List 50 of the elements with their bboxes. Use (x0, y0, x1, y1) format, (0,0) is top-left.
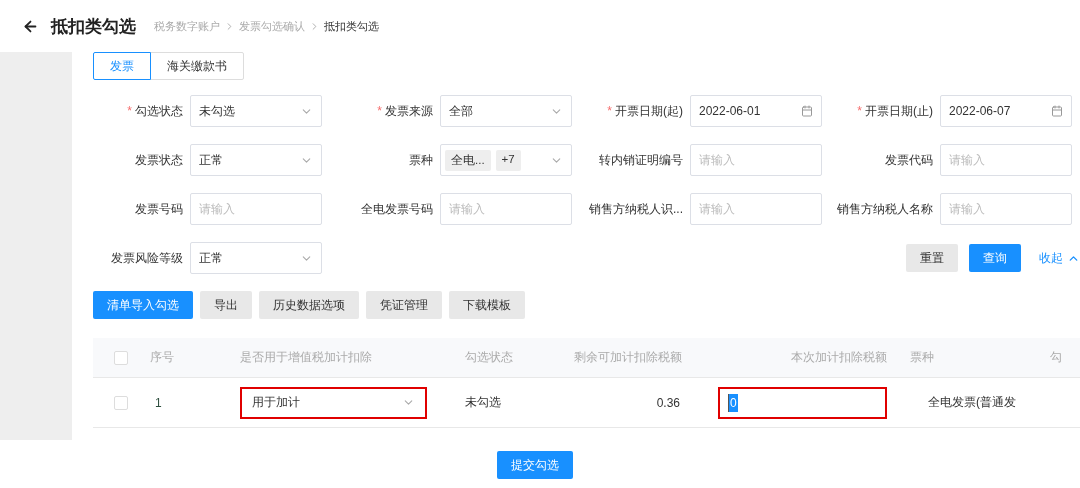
toolbar-button[interactable]: 历史数据选项 (259, 291, 359, 319)
required-mark: * (127, 103, 132, 118)
table-cell-text: 全电发票(普通发 (927, 394, 1017, 411)
calendar-icon (801, 105, 813, 117)
toolbar-button[interactable]: 下载模板 (449, 291, 525, 319)
tag: 全电... (445, 149, 491, 171)
field-label: 勾选状态 (135, 103, 183, 118)
tag: +7 (495, 149, 521, 171)
required-mark: * (857, 103, 862, 118)
field-label: 票种 (409, 152, 433, 167)
column-header: 勾 (1049, 350, 1063, 365)
column-header: 是否用于增值税加计扣除 (239, 350, 373, 365)
toolbar-button[interactable]: 导出 (200, 291, 252, 319)
field-label: 发票风险等级 (111, 250, 183, 265)
page-title: 抵扣类勾选 (51, 15, 136, 38)
field-label: 发票代码 (885, 152, 933, 167)
deduction-select[interactable]: 用于加计 (240, 386, 427, 419)
select-all-checkbox[interactable] (114, 350, 128, 365)
required-mark: * (607, 103, 612, 118)
select-field[interactable]: 未勾选 (190, 95, 322, 127)
field-label: 发票号码 (135, 201, 183, 216)
select-field[interactable]: 正常 (190, 144, 322, 176)
table-cell-text: 0.36 (655, 395, 681, 410)
field-label: 转内销证明编号 (599, 152, 683, 167)
select-field[interactable]: 全部 (440, 95, 572, 127)
date-field[interactable]: 2022-06-01 (690, 95, 822, 127)
field-label: 发票来源 (385, 103, 433, 118)
field-label: 销售方纳税人名称 (837, 201, 933, 216)
field-label: 发票状态 (135, 152, 183, 167)
field-label: 开票日期(止) (865, 103, 933, 118)
toolbar-button[interactable]: 凭证管理 (366, 291, 442, 319)
column-header: 剩余可加计扣除税额 (573, 350, 683, 365)
column-header: 勾选状态 (464, 350, 514, 365)
required-mark: * (377, 103, 382, 118)
date-field[interactable]: 2022-06-07 (940, 95, 1072, 127)
table-cell-text: 未勾选 (464, 394, 502, 411)
select-field[interactable]: 全电... +7 (440, 144, 572, 176)
breadcrumb-item: 抵扣类勾选 (324, 18, 379, 34)
field-label: 全电发票号码 (361, 201, 433, 216)
field-label: 开票日期(起) (615, 103, 683, 118)
row-checkbox[interactable] (114, 395, 128, 410)
reset-button[interactable]: 重置 (906, 244, 958, 272)
column-header: 票种 (909, 350, 935, 365)
tab[interactable]: 海关缴款书 (150, 52, 244, 80)
select-field[interactable]: 正常 (190, 242, 322, 274)
field-label: 销售方纳税人识... (589, 201, 683, 216)
table-cell-text: 1 (154, 395, 163, 410)
column-header: 序号 (149, 350, 175, 365)
calendar-icon (1051, 105, 1063, 117)
column-header: 本次加计扣除税额 (790, 350, 888, 365)
